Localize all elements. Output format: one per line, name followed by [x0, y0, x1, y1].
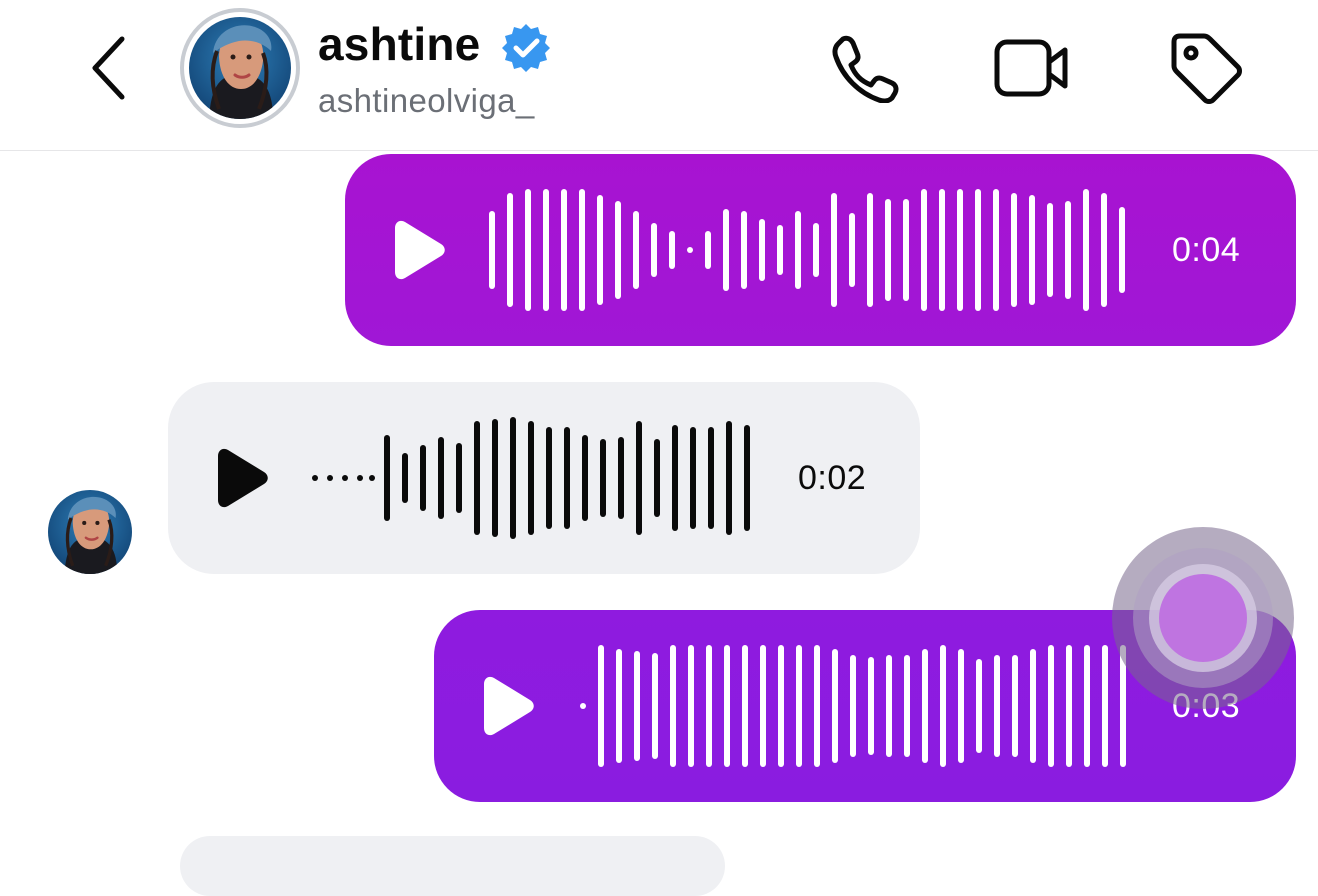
- voice-message-incoming[interactable]: 0:02: [168, 382, 920, 574]
- play-button[interactable]: [387, 217, 449, 283]
- play-icon: [395, 220, 445, 280]
- contact-username: ashtineolviga_: [318, 82, 535, 119]
- voice-message-outgoing[interactable]: 0:04: [345, 154, 1296, 346]
- audio-waveform[interactable]: [485, 188, 1135, 312]
- back-arrow-icon: [92, 36, 125, 100]
- video-camera-icon: [994, 39, 1068, 97]
- play-button[interactable]: [476, 673, 538, 739]
- video-call-button[interactable]: [992, 28, 1072, 108]
- audio-waveform[interactable]: [310, 416, 760, 540]
- voice-message-incoming-partial[interactable]: [180, 836, 725, 896]
- audio-waveform[interactable]: [576, 644, 1136, 768]
- phone-icon: [832, 35, 899, 103]
- back-button[interactable]: [74, 30, 144, 106]
- play-icon: [218, 448, 268, 508]
- profile-avatar-button[interactable]: [180, 8, 300, 128]
- audio-call-button[interactable]: [824, 28, 904, 108]
- tag-icon: [1171, 33, 1242, 104]
- verified-badge-icon: [500, 22, 552, 74]
- play-button[interactable]: [210, 445, 272, 511]
- sender-avatar[interactable]: [48, 490, 132, 574]
- play-icon: [484, 676, 534, 736]
- tag-button[interactable]: [1166, 28, 1246, 108]
- assistive-touch-button[interactable]: [1112, 527, 1294, 709]
- message-duration: 0:04: [1172, 231, 1241, 269]
- message-duration: 0:02: [798, 459, 867, 497]
- chat-header: ashtine ashtineolviga_: [0, 0, 1318, 151]
- contact-name[interactable]: ashtine: [318, 16, 480, 72]
- avatar: [189, 17, 291, 119]
